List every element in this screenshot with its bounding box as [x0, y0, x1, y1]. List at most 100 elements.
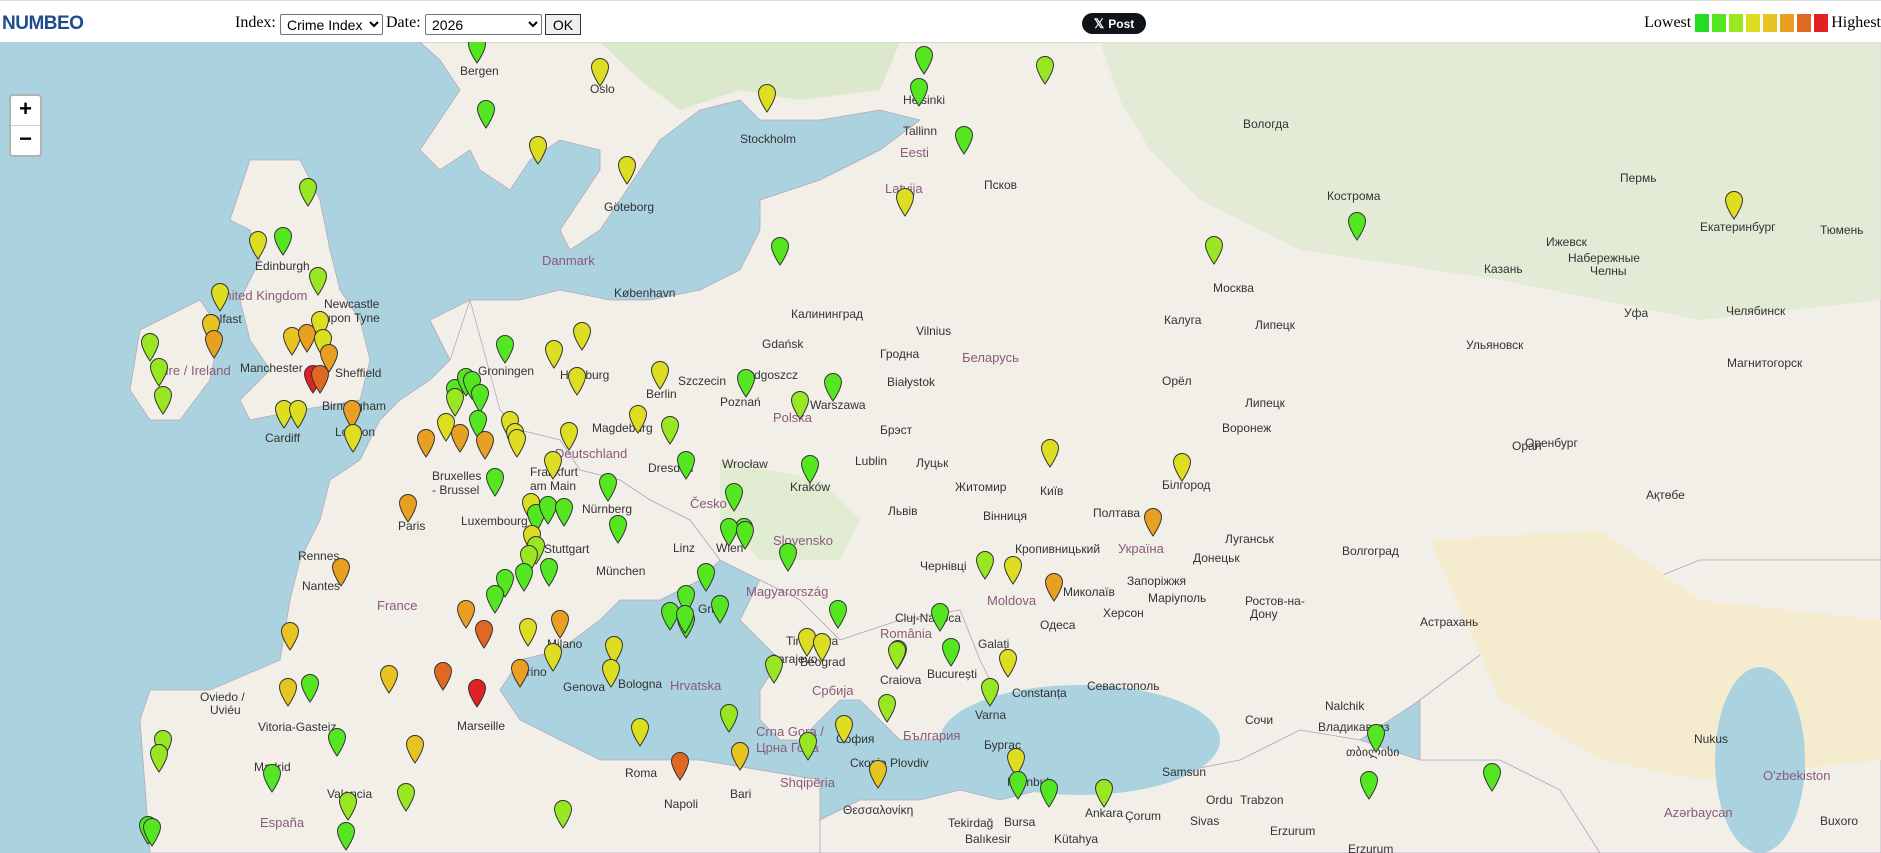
- city-marker[interactable]: [405, 734, 425, 764]
- city-marker[interactable]: [433, 661, 453, 691]
- city-marker[interactable]: [518, 617, 538, 647]
- city-marker[interactable]: [474, 619, 494, 649]
- city-marker[interactable]: [396, 782, 416, 812]
- zoom-out-button[interactable]: −: [11, 126, 40, 155]
- city-marker[interactable]: [554, 497, 574, 527]
- city-marker[interactable]: [675, 604, 695, 634]
- city-marker[interactable]: [724, 482, 744, 512]
- index-select[interactable]: Crime Index: [280, 14, 383, 35]
- city-marker[interactable]: [149, 743, 169, 773]
- city-marker[interactable]: [1044, 572, 1064, 602]
- city-marker[interactable]: [601, 658, 621, 688]
- city-marker[interactable]: [954, 125, 974, 155]
- city-marker[interactable]: [559, 421, 579, 451]
- zoom-in-button[interactable]: +: [11, 96, 40, 126]
- city-marker[interactable]: [514, 562, 534, 592]
- city-marker[interactable]: [343, 423, 363, 453]
- city-marker[interactable]: [572, 321, 592, 351]
- city-marker[interactable]: [660, 415, 680, 445]
- city-marker[interactable]: [507, 428, 527, 458]
- numbeo-logo[interactable]: NUMBEO: [2, 13, 84, 35]
- city-marker[interactable]: [300, 673, 320, 703]
- city-marker[interactable]: [710, 594, 730, 624]
- city-marker[interactable]: [278, 677, 298, 707]
- city-marker[interactable]: [288, 399, 308, 429]
- city-marker[interactable]: [398, 493, 418, 523]
- city-marker[interactable]: [456, 599, 476, 629]
- city-marker[interactable]: [930, 602, 950, 632]
- city-marker[interactable]: [476, 99, 496, 129]
- city-marker[interactable]: [1172, 452, 1192, 482]
- city-marker[interactable]: [828, 599, 848, 629]
- city-marker[interactable]: [273, 226, 293, 256]
- city-marker[interactable]: [868, 759, 888, 789]
- city-marker[interactable]: [528, 135, 548, 165]
- city-marker[interactable]: [539, 557, 559, 587]
- city-marker[interactable]: [543, 642, 563, 672]
- city-marker[interactable]: [1035, 55, 1055, 85]
- city-marker[interactable]: [790, 390, 810, 420]
- city-marker[interactable]: [475, 430, 495, 460]
- city-marker[interactable]: [336, 821, 356, 851]
- city-marker[interactable]: [1366, 723, 1386, 753]
- city-marker[interactable]: [941, 637, 961, 667]
- city-marker[interactable]: [298, 177, 318, 207]
- city-marker[interactable]: [567, 366, 587, 396]
- city-marker[interactable]: [1094, 778, 1114, 808]
- city-marker[interactable]: [142, 817, 162, 847]
- city-marker[interactable]: [485, 584, 505, 614]
- city-marker[interactable]: [608, 514, 628, 544]
- city-marker[interactable]: [736, 368, 756, 398]
- city-marker[interactable]: [630, 717, 650, 747]
- city-marker[interactable]: [798, 731, 818, 761]
- city-marker[interactable]: [730, 741, 750, 771]
- city-marker[interactable]: [650, 360, 670, 390]
- date-select[interactable]: 2026: [425, 14, 542, 35]
- city-marker[interactable]: [1359, 770, 1379, 800]
- city-marker[interactable]: [800, 454, 820, 484]
- city-marker[interactable]: [834, 714, 854, 744]
- city-marker[interactable]: [812, 632, 832, 662]
- city-marker[interactable]: [1347, 211, 1367, 241]
- city-marker[interactable]: [887, 640, 907, 670]
- city-marker[interactable]: [719, 703, 739, 733]
- city-marker[interactable]: [1039, 778, 1059, 808]
- city-marker[interactable]: [735, 520, 755, 550]
- city-marker[interactable]: [764, 654, 784, 684]
- city-marker[interactable]: [495, 334, 515, 364]
- city-marker[interactable]: [1482, 762, 1502, 792]
- city-marker[interactable]: [598, 472, 618, 502]
- city-marker[interactable]: [617, 155, 637, 185]
- city-marker[interactable]: [1724, 190, 1744, 220]
- city-marker[interactable]: [975, 550, 995, 580]
- city-marker[interactable]: [877, 693, 897, 723]
- city-marker[interactable]: [310, 364, 330, 394]
- city-marker[interactable]: [895, 187, 915, 217]
- city-marker[interactable]: [416, 428, 436, 458]
- city-marker[interactable]: [914, 45, 934, 75]
- city-marker[interactable]: [450, 423, 470, 453]
- city-marker[interactable]: [379, 664, 399, 694]
- city-marker[interactable]: [1003, 555, 1023, 585]
- city-marker[interactable]: [998, 648, 1018, 678]
- city-marker[interactable]: [980, 677, 1000, 707]
- city-marker[interactable]: [248, 230, 268, 260]
- city-marker[interactable]: [210, 282, 230, 312]
- city-marker[interactable]: [823, 372, 843, 402]
- city-marker[interactable]: [510, 658, 530, 688]
- city-marker[interactable]: [204, 329, 224, 359]
- city-marker[interactable]: [543, 450, 563, 480]
- city-marker[interactable]: [778, 542, 798, 572]
- city-marker[interactable]: [153, 385, 173, 415]
- city-marker[interactable]: [149, 357, 169, 387]
- city-marker[interactable]: [467, 42, 487, 64]
- ok-button[interactable]: OK: [545, 14, 581, 35]
- city-marker[interactable]: [308, 266, 328, 296]
- city-marker[interactable]: [909, 77, 929, 107]
- city-marker[interactable]: [696, 562, 716, 592]
- map-view[interactable]: Latvija Беларусь Polska Deutschland Fran…: [0, 42, 1881, 853]
- city-marker[interactable]: [338, 791, 358, 821]
- city-marker[interactable]: [1143, 507, 1163, 537]
- x-post-button[interactable]: 𝕏 Post: [1082, 13, 1146, 34]
- city-marker[interactable]: [280, 621, 300, 651]
